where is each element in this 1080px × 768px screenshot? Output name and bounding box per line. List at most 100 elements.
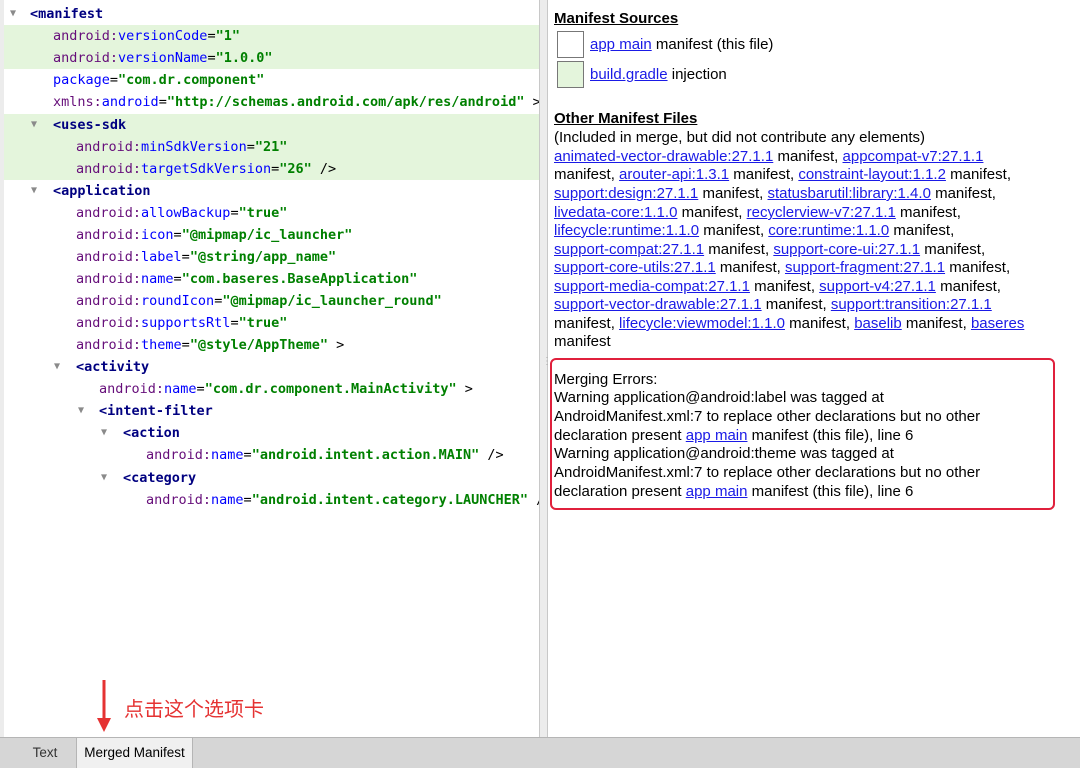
library-link[interactable]: support:design:27.1.1 xyxy=(554,185,698,202)
attr-value: "21" xyxy=(254,139,288,155)
xml-line-name[interactable]: android:name="com.baseres.BaseApplicatio… xyxy=(4,268,539,290)
xml-line-action-name[interactable]: android:name="android.intent.action.MAIN… xyxy=(4,444,539,466)
other-files-line: manifest, arouter-api:1.3.1 manifest, co… xyxy=(554,166,1011,183)
xml-line-target-sdk[interactable]: android:targetSdkVersion="26" /> xyxy=(4,158,539,180)
attr-name: android xyxy=(101,94,159,110)
library-link[interactable]: support-media-compat:27.1.1 xyxy=(554,278,750,295)
library-link[interactable]: core:runtime:1.1.0 xyxy=(768,222,889,239)
attr-value: "true" xyxy=(238,315,288,331)
library-link[interactable]: appcompat-v7:27.1.1 xyxy=(843,148,984,165)
attr-name: name xyxy=(211,492,244,508)
merged-xml-pane[interactable]: ▼ <manifest android:versionCode="1" andr… xyxy=(0,0,540,737)
attr-ns: android: xyxy=(76,249,142,265)
attr-ns: android: xyxy=(53,28,119,44)
attr-value: "@string/app_name" xyxy=(189,249,337,265)
attr-ns: android: xyxy=(146,492,212,508)
attr-value: "1" xyxy=(215,28,240,44)
app-main-link[interactable]: app main xyxy=(590,36,652,53)
attr-name: supportsRtl xyxy=(141,315,231,331)
collapse-triangle-icon[interactable]: ▼ xyxy=(78,400,84,422)
xml-line-activity-name[interactable]: android:name="com.dr.component.MainActiv… xyxy=(4,378,539,400)
xml-line-manifest[interactable]: ▼ <manifest xyxy=(4,3,539,25)
xml-line-version-code[interactable]: android:versionCode="1" xyxy=(4,25,539,47)
xml-line-package[interactable]: package="com.dr.component" xyxy=(4,69,539,91)
attr-ns: android: xyxy=(53,50,119,66)
manifest-word: manifest xyxy=(719,259,777,276)
tag-manifest: <manifest xyxy=(30,6,104,22)
other-files-subheading: (Included in merge, but did not contribu… xyxy=(554,129,926,146)
library-link[interactable]: baseres xyxy=(971,315,1024,332)
library-link[interactable]: recyclerview-v7:27.1.1 xyxy=(747,204,896,221)
library-link[interactable]: support-compat:27.1.1 xyxy=(554,241,704,258)
collapse-triangle-icon[interactable]: ▼ xyxy=(10,3,16,25)
attr-value: "@mipmap/ic_launcher" xyxy=(181,227,353,243)
library-link[interactable]: lifecycle:runtime:1.1.0 xyxy=(554,222,699,239)
library-link[interactable]: support-vector-drawable:27.1.1 xyxy=(554,296,762,313)
attr-name: theme xyxy=(141,337,182,353)
attr-ns: android: xyxy=(76,315,142,331)
library-link[interactable]: support-v4:27.1.1 xyxy=(819,278,936,295)
library-link[interactable]: baselib xyxy=(854,315,902,332)
xml-line-min-sdk[interactable]: android:minSdkVersion="21" xyxy=(4,136,539,158)
attr-value: "@style/AppTheme" xyxy=(189,337,328,353)
xml-line-supports-rtl[interactable]: android:supportsRtl="true" xyxy=(4,312,539,334)
library-link[interactable]: support-core-ui:27.1.1 xyxy=(773,241,920,258)
collapse-triangle-icon[interactable]: ▼ xyxy=(31,114,37,136)
manifest-word: manifest xyxy=(702,185,760,202)
xml-line-uses-sdk[interactable]: ▼ <uses-sdk xyxy=(4,114,539,136)
collapse-triangle-icon[interactable]: ▼ xyxy=(101,467,107,489)
tag-close: > xyxy=(524,94,540,110)
xml-line-allow-backup[interactable]: android:allowBackup="true" xyxy=(4,202,539,224)
xml-line-version-name[interactable]: android:versionName="1.0.0" xyxy=(4,47,539,69)
merging-errors-highlight-box xyxy=(550,358,1055,510)
attr-name: name xyxy=(211,447,244,463)
tag-close: > xyxy=(327,337,345,353)
library-link[interactable]: support:transition:27.1.1 xyxy=(831,296,992,313)
attr-ns: android: xyxy=(76,227,142,243)
xml-line-intent-filter[interactable]: ▼ <intent-filter xyxy=(4,400,539,422)
xml-line-activity[interactable]: ▼ <activity xyxy=(4,356,539,378)
library-link[interactable]: support-core-utils:27.1.1 xyxy=(554,259,716,276)
xml-line-label[interactable]: android:label="@string/app_name" xyxy=(4,246,539,268)
library-link[interactable]: lifecycle:viewmodel:1.1.0 xyxy=(619,315,785,332)
tag-close: /> xyxy=(311,161,337,177)
other-files-line: lifecycle:runtime:1.1.0 manifest, core:r… xyxy=(554,222,955,239)
other-files-line: manifest, lifecycle:viewmodel:1.1.0 mani… xyxy=(554,315,1025,332)
source-desc: manifest (this file) xyxy=(651,36,774,53)
xml-line-icon[interactable]: android:icon="@mipmap/ic_launcher" xyxy=(4,224,539,246)
tab-merged-manifest[interactable]: Merged Manifest xyxy=(76,738,193,768)
xml-line-application[interactable]: ▼ <application xyxy=(4,180,539,202)
other-files-line: support-media-compat:27.1.1 manifest, su… xyxy=(554,278,1001,295)
attr-name: name xyxy=(164,381,197,397)
editor-tab-bar: Text Merged Manifest xyxy=(0,737,1080,768)
collapse-triangle-icon[interactable]: ▼ xyxy=(101,422,107,444)
library-link[interactable]: arouter-api:1.3.1 xyxy=(619,166,729,183)
xml-line-theme[interactable]: android:theme="@style/AppTheme" > xyxy=(4,334,539,356)
library-link[interactable]: constraint-layout:1.1.2 xyxy=(798,166,946,183)
attr-ns: android: xyxy=(76,205,142,221)
tab-text[interactable]: Text xyxy=(14,738,76,768)
collapse-triangle-icon[interactable]: ▼ xyxy=(54,356,60,378)
library-link[interactable]: livedata-core:1.1.0 xyxy=(554,204,677,221)
manifest-word: manifest xyxy=(554,166,611,183)
collapse-triangle-icon[interactable]: ▼ xyxy=(31,180,37,202)
tag-uses-sdk: <uses-sdk xyxy=(53,117,127,133)
other-files-line: support:design:27.1.1 manifest, statusba… xyxy=(554,185,996,202)
tag-close: > xyxy=(456,381,473,397)
xml-line-category-name[interactable]: android:name="android.intent.category.LA… xyxy=(4,489,539,511)
build-gradle-link[interactable]: build.gradle xyxy=(590,66,668,83)
pane-splitter[interactable]: ⋮ xyxy=(540,0,552,737)
library-link[interactable]: animated-vector-drawable:27.1.1 xyxy=(554,148,773,165)
attr-value: "1.0.0" xyxy=(215,50,273,66)
xml-line-category[interactable]: ▼ <category xyxy=(4,467,539,489)
manifest-word: manifest xyxy=(754,278,811,295)
attr-name: roundIcon xyxy=(141,293,215,309)
attr-name: label xyxy=(141,249,182,265)
xml-line-xmlns[interactable]: xmlns:android="http://schemas.android.co… xyxy=(4,91,540,113)
xml-line-action[interactable]: ▼ <action xyxy=(4,422,539,444)
manifest-word: manifest xyxy=(924,241,981,258)
library-link[interactable]: statusbarutil:library:1.4.0 xyxy=(768,185,931,202)
source-app-main: app main manifest (this file) xyxy=(590,36,773,55)
library-link[interactable]: support-fragment:27.1.1 xyxy=(785,259,945,276)
xml-line-round-icon[interactable]: android:roundIcon="@mipmap/ic_launcher_r… xyxy=(4,290,539,312)
